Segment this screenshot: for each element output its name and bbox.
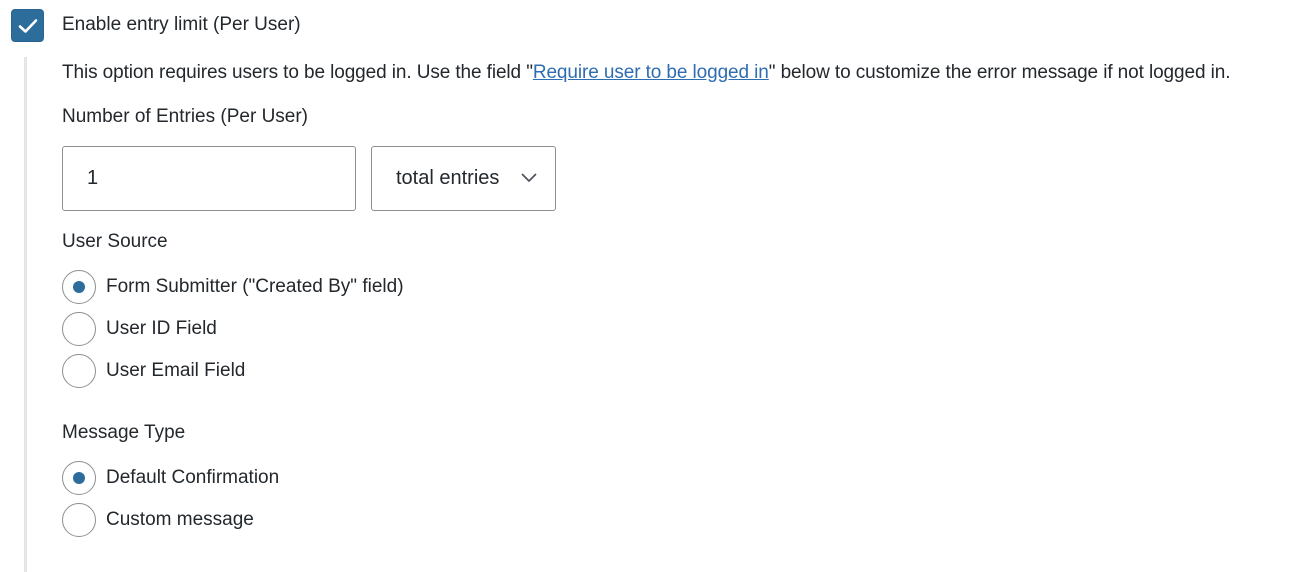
message-type-label: Message Type bbox=[62, 422, 186, 443]
login-required-notice: This option requires users to be logged … bbox=[62, 61, 1230, 85]
radio-button[interactable] bbox=[62, 312, 96, 346]
radio-selected-dot bbox=[73, 281, 85, 293]
entry-period-select[interactable]: total entries bbox=[371, 146, 556, 211]
radio-button[interactable] bbox=[62, 354, 96, 388]
radio-label[interactable]: Form Submitter ("Created By" field) bbox=[106, 275, 404, 299]
number-of-entries-label: Number of Entries (Per User) bbox=[62, 106, 309, 127]
radio-selected-dot bbox=[73, 472, 85, 484]
enable-entry-limit-label[interactable]: Enable entry limit (Per User) bbox=[62, 13, 301, 37]
radio-button[interactable] bbox=[62, 270, 96, 304]
message-type-option-custom-message[interactable]: Custom message bbox=[62, 503, 254, 537]
message-type-option-default-confirmation[interactable]: Default Confirmation bbox=[62, 461, 279, 495]
user-source-option-user-id-field[interactable]: User ID Field bbox=[62, 312, 217, 346]
notice-text-before: This option requires users to be logged … bbox=[62, 62, 533, 83]
entry-period-selected-value: total entries bbox=[396, 167, 500, 189]
chevron-down-icon bbox=[521, 173, 537, 182]
enable-entry-limit-checkbox[interactable] bbox=[11, 9, 44, 42]
settings-group-indent-bar bbox=[24, 57, 27, 572]
radio-label[interactable]: Default Confirmation bbox=[106, 466, 279, 490]
radio-label[interactable]: User ID Field bbox=[106, 317, 217, 341]
radio-button[interactable] bbox=[62, 503, 96, 537]
user-source-label: User Source bbox=[62, 231, 168, 252]
checkmark-icon bbox=[18, 18, 37, 33]
require-login-link[interactable]: Require user to be logged in bbox=[533, 62, 769, 83]
radio-label[interactable]: User Email Field bbox=[106, 359, 245, 383]
user-source-option-form-submitter[interactable]: Form Submitter ("Created By" field) bbox=[62, 270, 404, 304]
user-source-option-user-email-field[interactable]: User Email Field bbox=[62, 354, 245, 388]
number-of-entries-input[interactable] bbox=[62, 146, 356, 211]
notice-text-after: " below to customize the error message i… bbox=[768, 62, 1231, 83]
radio-label[interactable]: Custom message bbox=[106, 508, 254, 532]
radio-button[interactable] bbox=[62, 461, 96, 495]
